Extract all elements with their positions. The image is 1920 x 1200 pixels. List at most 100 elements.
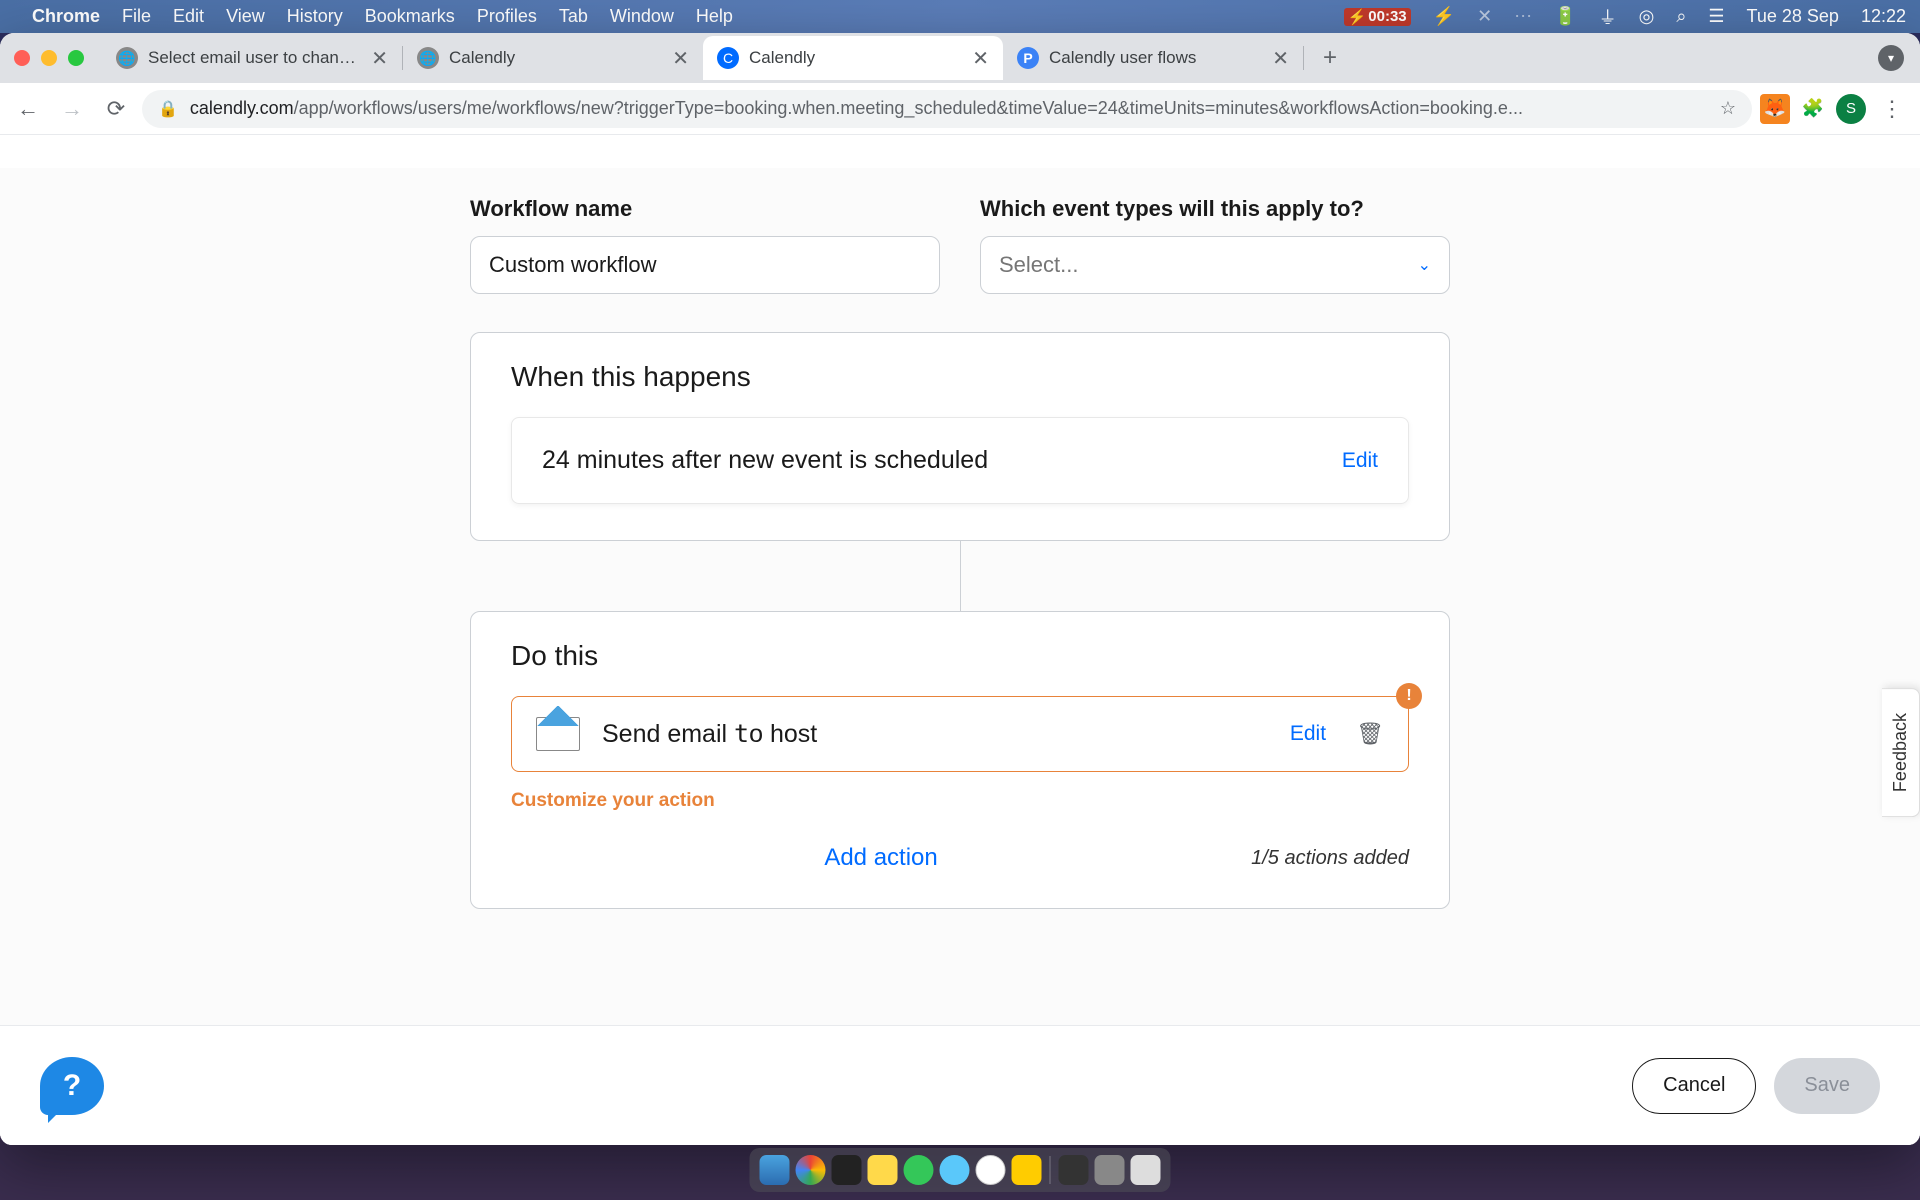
calendly-icon: C [717, 47, 739, 69]
chrome-menu-button[interactable]: ⋮ [1874, 91, 1910, 127]
dock-app-icon[interactable] [1012, 1155, 1042, 1185]
close-tab-icon[interactable]: ✕ [1272, 46, 1289, 71]
reload-button[interactable]: ⟳ [98, 91, 134, 127]
status-icon-3[interactable]: ⋯ [1514, 6, 1532, 27]
app-name[interactable]: Chrome [32, 6, 100, 27]
dock-app-icon[interactable] [940, 1155, 970, 1185]
dock-app-icon[interactable] [1059, 1155, 1089, 1185]
page-icon: P [1017, 47, 1039, 69]
battery-icon[interactable]: 🔋 [1554, 6, 1576, 27]
select-placeholder: Select... [999, 252, 1078, 278]
event-types-field: Which event types will this apply to? Se… [980, 196, 1450, 294]
menu-profiles[interactable]: Profiles [477, 6, 537, 27]
menu-bookmarks[interactable]: Bookmarks [365, 6, 455, 27]
tab-title: Calendly user flows [1049, 48, 1262, 68]
tab-separator [1303, 46, 1304, 70]
globe-icon: 🌐 [417, 47, 439, 69]
url-text: calendly.com/app/workflows/users/me/work… [190, 98, 1708, 119]
dock-app-icon[interactable] [904, 1155, 934, 1185]
mail-icon [536, 717, 580, 751]
connector-line [960, 541, 961, 611]
text-cursor: t [734, 719, 749, 748]
status-icon-2[interactable]: ✕ [1477, 6, 1492, 27]
workflow-name-input[interactable] [470, 236, 940, 294]
dock-trash-icon[interactable] [1131, 1155, 1161, 1185]
tab-0[interactable]: 🌐 Select email user to change | D ✕ [102, 36, 402, 80]
warning-badge-icon: ! [1396, 683, 1422, 709]
page-content: Workflow name Which event types will thi… [0, 168, 1920, 1145]
add-action-button[interactable]: Add action [511, 844, 1251, 872]
menu-history[interactable]: History [287, 6, 343, 27]
workflow-name-field: Workflow name [470, 196, 940, 294]
user-icon[interactable]: ◎ [1639, 6, 1655, 27]
dock-app-icon[interactable] [976, 1155, 1006, 1185]
status-icon-1[interactable]: ⚡ [1433, 6, 1455, 27]
address-bar[interactable]: 🔒 calendly.com/app/workflows/users/me/wo… [142, 90, 1752, 128]
wifi-icon[interactable]: ⏚ [1599, 4, 1617, 30]
dock-chrome-icon[interactable] [796, 1155, 826, 1185]
tab-title: Calendly [449, 48, 662, 68]
dock-app-icon[interactable] [1095, 1155, 1125, 1185]
extensions-button[interactable]: 🧩 [1798, 94, 1828, 124]
close-tab-icon[interactable]: ✕ [972, 46, 989, 71]
trigger-card: When this happens 24 minutes after new e… [470, 332, 1450, 541]
browser-window: 🌐 Select email user to change | D ✕ 🌐 Ca… [0, 33, 1920, 1145]
feedback-tab[interactable]: Feedback [1882, 688, 1920, 817]
tabs-dropdown-button[interactable]: ▾ [1878, 45, 1904, 71]
workflow-name-label: Workflow name [470, 196, 940, 222]
trigger-box: 24 minutes after new event is scheduled … [511, 417, 1409, 504]
cancel-button[interactable]: Cancel [1632, 1058, 1756, 1114]
edit-action-button[interactable]: Edit [1290, 722, 1326, 746]
footer-bar: ? Cancel Save [0, 1025, 1920, 1145]
save-button[interactable]: Save [1774, 1058, 1880, 1114]
tab-title: Calendly [749, 48, 962, 68]
menu-window[interactable]: Window [610, 6, 674, 27]
fullscreen-window-button[interactable] [68, 50, 84, 66]
close-window-button[interactable] [14, 50, 30, 66]
extension-metamask-icon[interactable]: 🦊 [1760, 94, 1790, 124]
dock-finder-icon[interactable] [760, 1155, 790, 1185]
edit-trigger-button[interactable]: Edit [1342, 449, 1378, 473]
battery-indicator[interactable]: ⚡00:33 [1344, 8, 1411, 26]
action-box: ! Send email to host Edit 🗑 [511, 696, 1409, 772]
macos-dock[interactable] [750, 1148, 1171, 1192]
profile-avatar[interactable]: S [1836, 94, 1866, 124]
actions-count: 1/5 actions added [1251, 847, 1409, 870]
close-tab-icon[interactable]: ✕ [672, 46, 689, 71]
lock-icon: 🔒 [158, 99, 178, 119]
menu-file[interactable]: File [122, 6, 151, 27]
menubar-date[interactable]: Tue 28 Sep [1747, 6, 1839, 27]
close-tab-icon[interactable]: ✕ [371, 46, 388, 71]
action-card: Do this ! Send email to host Edit 🗑 Cust… [470, 611, 1450, 909]
toolbar: ← → ⟳ 🔒 calendly.com/app/workflows/users… [0, 83, 1920, 135]
event-types-select[interactable]: Select... ⌄ [980, 236, 1450, 294]
control-center-icon[interactable]: ☰ [1708, 6, 1724, 27]
dock-separator [1050, 1156, 1051, 1184]
tab-2-active[interactable]: C Calendly ✕ [703, 36, 1003, 80]
trigger-description: 24 minutes after new event is scheduled [542, 446, 988, 475]
back-button[interactable]: ← [10, 91, 46, 127]
spotlight-icon[interactable]: ⌕ [1676, 6, 1686, 27]
dock-notes-icon[interactable] [868, 1155, 898, 1185]
menu-tab[interactable]: Tab [559, 6, 588, 27]
trigger-heading: When this happens [511, 361, 1409, 393]
forward-button[interactable]: → [54, 91, 90, 127]
menu-help[interactable]: Help [696, 6, 733, 27]
globe-icon: 🌐 [116, 47, 138, 69]
macos-menubar: Chrome File Edit View History Bookmarks … [0, 0, 1920, 33]
minimize-window-button[interactable] [41, 50, 57, 66]
menubar-time[interactable]: 12:22 [1861, 6, 1906, 27]
new-tab-button[interactable]: + [1312, 40, 1348, 76]
window-controls [14, 50, 84, 66]
tab-1[interactable]: 🌐 Calendly ✕ [403, 36, 703, 80]
event-types-label: Which event types will this apply to? [980, 196, 1450, 222]
menu-view[interactable]: View [226, 6, 265, 27]
tab-strip: 🌐 Select email user to change | D ✕ 🌐 Ca… [0, 33, 1920, 83]
bookmark-star-icon[interactable]: ☆ [1720, 98, 1736, 119]
tab-3[interactable]: P Calendly user flows ✕ [1003, 36, 1303, 80]
tab-title: Select email user to change | D [148, 48, 361, 68]
menu-edit[interactable]: Edit [173, 6, 204, 27]
delete-action-icon[interactable]: 🗑 [1356, 721, 1384, 747]
dock-terminal-icon[interactable] [832, 1155, 862, 1185]
help-chat-button[interactable]: ? [40, 1057, 104, 1115]
